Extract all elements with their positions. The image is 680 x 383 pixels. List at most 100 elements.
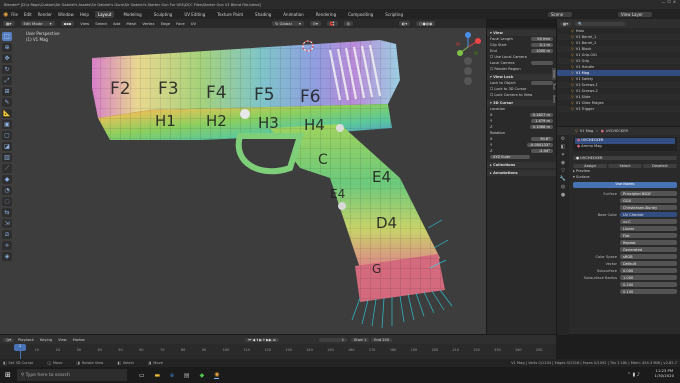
shrink-tool-icon[interactable]: ⇲ — [2, 219, 12, 228]
lock-object-field[interactable] — [531, 81, 553, 85]
blender-taskbar-icon[interactable]: ◉ — [214, 371, 220, 379]
prop-value[interactable]: Generated — [620, 246, 677, 253]
prop-value[interactable]: Christensen-Burley — [620, 204, 677, 211]
menu-window[interactable]: Window — [58, 12, 74, 17]
viewport-3d[interactable]: User Perspective (1) V1 Mag F2 F3 F4 F5 … — [0, 28, 486, 334]
rot-y-field[interactable]: -0.000133° — [526, 143, 553, 147]
scene-selector[interactable]: Scene — [548, 11, 573, 17]
menu-render[interactable]: Render — [38, 12, 52, 17]
current-frame-field[interactable]: 1 — [319, 337, 348, 342]
smooth-tool-icon[interactable]: ◌ — [2, 197, 12, 206]
header-menu-mesh[interactable]: Mesh — [126, 21, 136, 26]
navigation-gizmo[interactable] — [452, 31, 484, 91]
assign-button[interactable]: Assign — [573, 163, 607, 168]
tab-layout[interactable]: Layout — [94, 10, 115, 18]
file-explorer-icon[interactable]: ▬ — [155, 372, 161, 379]
tab-uv-editing[interactable]: UV Editing — [181, 11, 208, 18]
header-menu-edge[interactable]: Edge — [161, 21, 171, 26]
header-menu-vertex[interactable]: Vertex — [142, 21, 154, 26]
deselect-button[interactable]: Deselect — [643, 163, 677, 168]
shading-buttons[interactable]: ○●◍◉ — [416, 21, 436, 26]
tab-animation[interactable]: Animation — [280, 11, 306, 18]
editor-type-button[interactable]: ▦▾ — [3, 21, 15, 26]
loc-z-field[interactable]: 0.1088 m — [529, 125, 553, 129]
shear-tool-icon[interactable]: ⧄ — [2, 230, 12, 239]
material-slot-list[interactable]: ● UVCHECKER ● Ammo Mag — [573, 137, 677, 151]
move-tool-icon[interactable]: ✥ — [2, 54, 12, 63]
spin-tool-icon[interactable]: ◔ — [2, 186, 12, 195]
inset-tool-icon[interactable]: ▢ — [2, 131, 12, 140]
collections-section-header[interactable]: ▸ Collections — [487, 162, 556, 168]
prop-value[interactable]: GGX — [620, 197, 677, 204]
scale-tool-icon[interactable]: ⤢ — [2, 76, 12, 85]
clip-end-field[interactable]: 1000 m — [531, 49, 553, 53]
prop-value[interactable]: UV Checker — [620, 211, 677, 218]
clock[interactable]: 11:23 PM 1/30/2020 — [655, 368, 674, 378]
playhead[interactable]: 1 — [14, 344, 26, 351]
mode-selector[interactable]: Edit Mode ▾ — [20, 21, 55, 26]
header-menu-uv[interactable]: UV — [191, 21, 196, 26]
rip-tool-icon[interactable]: ⟡ — [2, 241, 12, 250]
edge-browser-icon[interactable]: e — [170, 372, 174, 379]
header-menu-face[interactable]: Face — [176, 21, 185, 26]
app-icon[interactable]: ◆ — [200, 372, 205, 379]
orientation-selector[interactable]: ↻ Global ▾ — [272, 21, 304, 26]
timeline-editor-type[interactable]: ◷▾ — [3, 337, 14, 342]
taskbar-search-input[interactable]: ⚲ Type here to search — [16, 369, 127, 381]
select-mode-buttons[interactable]: ▪▪▪ — [60, 21, 75, 26]
local-camera-field[interactable] — [531, 61, 553, 65]
rotate-tool-icon[interactable]: ↻ — [2, 65, 12, 74]
timeline-menu-playback[interactable]: Playback — [18, 338, 34, 342]
tab-modeling[interactable]: Modeling — [120, 11, 144, 18]
blender-logo-icon[interactable]: ◉ — [3, 11, 8, 18]
store-icon[interactable]: ▤ — [184, 372, 190, 379]
select-box-tool-icon[interactable]: ⬚ — [2, 32, 12, 41]
prop-value[interactable]: uv.C — [620, 218, 677, 225]
use-nodes-button[interactable]: Use Nodes — [573, 182, 677, 188]
rot-z-field[interactable]: -2.04° — [531, 149, 553, 153]
prop-value[interactable]: Default — [620, 260, 677, 267]
outliner-search-input[interactable]: 🔍 — [575, 21, 626, 26]
header-menu-add[interactable]: Add — [113, 21, 120, 26]
lock-camera-row[interactable]: ☐ Lock Camera to View — [487, 92, 556, 98]
annotate-tool-icon[interactable]: ✎ — [2, 98, 12, 107]
extrude-tool-icon[interactable]: ▣ — [2, 120, 12, 129]
tab-shading[interactable]: Shading — [252, 11, 274, 18]
knife-tool-icon[interactable]: ⟋ — [2, 164, 12, 173]
prop-value[interactable]: 0.000 — [620, 267, 677, 274]
measure-tool-icon[interactable]: 📐 — [2, 109, 12, 118]
end-frame-field[interactable]: End 250 — [371, 337, 393, 342]
clip-start-field[interactable]: 0.1 m — [531, 43, 553, 47]
tab-scripting[interactable]: Scripting — [382, 11, 406, 18]
header-menu-select[interactable]: Select — [95, 21, 107, 26]
system-tray-icons[interactable]: ⌃ ▮ ♪ — [627, 372, 640, 378]
outliner-filter-icon[interactable]: ▦▾ — [560, 21, 572, 26]
view-layer-selector[interactable]: View Layer — [618, 11, 652, 17]
material-datablock-field[interactable]: ● UVCHECKER — [573, 155, 677, 160]
cursor-tool-icon[interactable]: ⊕ — [2, 43, 12, 52]
properties-tab-icons[interactable]: ⚙ ◧ ✦ ◉ ▽ 🔧 ◍ ● — [557, 135, 569, 199]
focal-length-field[interactable]: 50 mm — [531, 37, 553, 41]
material-slot[interactable]: ● Ammo Mag — [575, 144, 675, 150]
windows-start-icon[interactable]: ⊞ — [5, 371, 11, 379]
prop-value[interactable]: 0.200 — [620, 281, 677, 288]
loc-x-field[interactable]: 0.1827 m — [529, 113, 553, 117]
menu-help[interactable]: Help — [80, 12, 89, 17]
proportional-toggle[interactable]: ◎ — [343, 21, 353, 26]
render-region-row[interactable]: ☐ Render Region — [487, 66, 556, 72]
snap-toggle[interactable]: 🧲 — [326, 21, 338, 26]
overlay-toggle[interactable]: ◐▾ — [398, 21, 411, 26]
task-view-icon[interactable]: ▭ — [139, 372, 145, 379]
rotation-mode-select[interactable]: XYZ Euler — [490, 155, 530, 159]
rot-x-field[interactable]: 90.8° — [531, 137, 553, 141]
surface-section-header[interactable]: ▾ Surface — [573, 175, 677, 181]
poly-build-tool-icon[interactable]: ◆ — [2, 175, 12, 184]
tool-extra-icon[interactable]: ◈ — [2, 252, 12, 261]
prop-value[interactable]: sRGB — [620, 253, 677, 260]
prop-value[interactable]: Principled BSDF — [620, 190, 677, 197]
prop-value[interactable]: Flat — [620, 232, 677, 239]
outliner-item-trigger[interactable]: ▽ V1 Trigger — [557, 106, 680, 112]
prop-value[interactable]: Repeat — [620, 239, 677, 246]
loc-y-field[interactable]: 1.479 m — [531, 119, 553, 123]
tab-texture-paint[interactable]: Texture Paint — [214, 11, 246, 18]
